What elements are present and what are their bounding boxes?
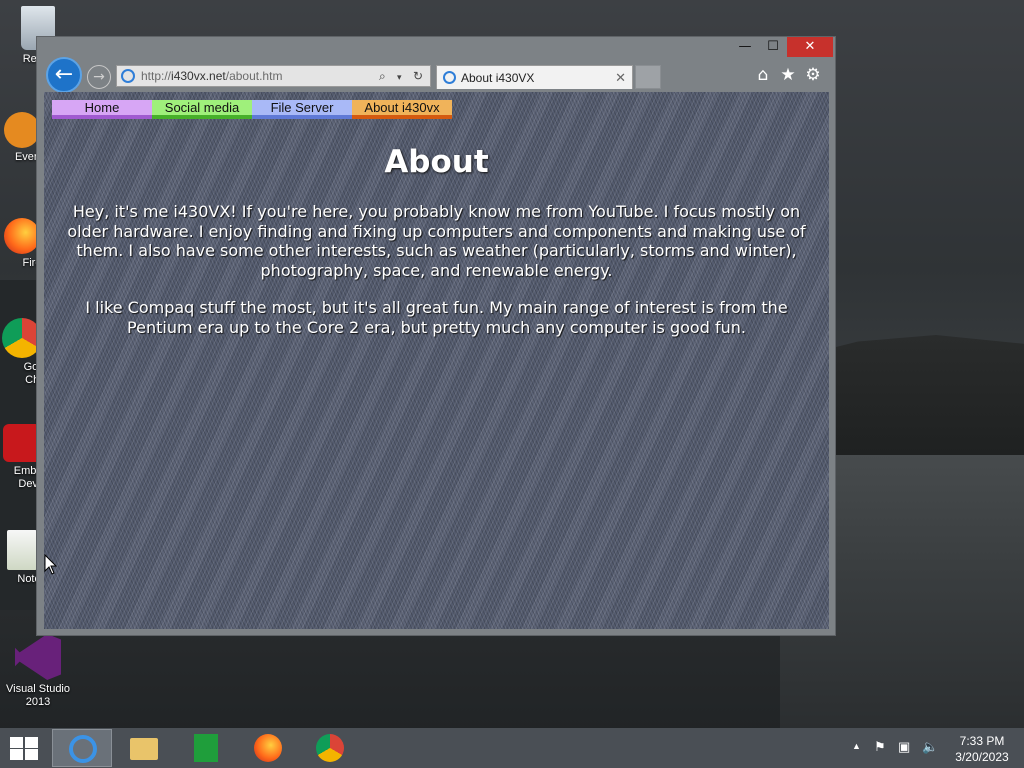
file-explorer-icon: [130, 738, 158, 760]
windows-logo-pane: [10, 749, 23, 760]
action-center-flag-icon[interactable]: ⚑: [874, 739, 886, 755]
mouse-cursor-icon: [44, 554, 58, 575]
back-button[interactable]: ←: [46, 57, 82, 93]
notepad-icon: [7, 530, 37, 570]
page-title: About: [384, 144, 489, 180]
windows-logo-pane: [25, 737, 38, 748]
network-icon[interactable]: ▣: [898, 739, 910, 755]
close-button[interactable]: ✕: [787, 37, 833, 57]
favorites-star-icon[interactable]: ★: [778, 65, 798, 85]
chrome-icon: [316, 734, 344, 762]
taskbar-store-button[interactable]: [176, 729, 236, 767]
dropdown-icon[interactable]: ▾: [397, 67, 402, 87]
start-button[interactable]: [8, 736, 40, 760]
desktop-icon-label: Visual Studio 2013: [5, 683, 70, 708]
clock-date: 3/20/2023: [955, 750, 1009, 764]
nav-about[interactable]: About i430vx: [352, 100, 452, 119]
tab-title: About i430VX: [461, 71, 535, 85]
desktop-icon-visual-studio[interactable]: Visual Studio 2013: [0, 634, 76, 709]
url-prefix: http://: [141, 69, 172, 83]
tab-close-icon[interactable]: ✕: [615, 66, 626, 90]
url-text: http://i430vx.net/about.htm: [141, 66, 282, 86]
clock-time: 7:33 PM: [959, 734, 1005, 748]
taskbar-chrome-button[interactable]: [300, 729, 360, 767]
url-host: i430vx.net: [171, 69, 226, 83]
settings-gear-icon[interactable]: ⚙: [803, 65, 823, 85]
nav-file-server[interactable]: File Server: [252, 100, 352, 119]
ie-icon: [69, 735, 97, 763]
page-viewport: Home Social media File Server About i430…: [44, 92, 829, 629]
nav-social-media[interactable]: Social media: [152, 100, 252, 119]
url-path: /about.htm: [225, 69, 283, 83]
title-bar: — ☐ ✕: [37, 37, 837, 59]
taskbar-file-explorer-button[interactable]: [114, 729, 174, 767]
store-icon: [194, 734, 218, 762]
taskbar: ▲ ⚑ ▣ 🔈 7:33 PM 3/20/2023: [0, 728, 1024, 768]
address-bar[interactable]: http://i430vx.net/about.htm ⌕ ▾ ↻: [116, 65, 431, 87]
search-icon[interactable]: ⌕: [379, 66, 386, 86]
minimize-button[interactable]: —: [731, 37, 759, 57]
maximize-button[interactable]: ☐: [759, 37, 787, 57]
refresh-icon[interactable]: ↻: [413, 66, 423, 86]
show-hidden-icons-icon[interactable]: ▲: [852, 741, 861, 751]
taskbar-firefox-button[interactable]: [238, 729, 298, 767]
about-paragraph-1: Hey, it's me i430VX! If you're here, you…: [67, 202, 806, 280]
visual-studio-icon: [15, 634, 61, 680]
system-clock[interactable]: 7:33 PM 3/20/2023: [950, 733, 1014, 765]
nav-home[interactable]: Home: [52, 100, 152, 119]
firefox-icon: [4, 218, 40, 254]
home-icon[interactable]: ⌂: [753, 65, 773, 85]
forward-arrow-icon: →: [93, 69, 105, 85]
taskbar-ie-button[interactable]: [52, 729, 112, 767]
firefox-icon: [254, 734, 282, 762]
back-arrow-icon: ←: [54, 62, 74, 87]
volume-muted-icon[interactable]: 🔈: [922, 739, 938, 755]
windows-logo-pane: [25, 749, 38, 760]
everything-icon: [4, 112, 40, 148]
windows-logo-icon: [10, 737, 23, 748]
site-icon: [121, 69, 135, 83]
tab-about[interactable]: About i430VX ✕: [436, 65, 633, 89]
browser-window: — ☐ ✕ ← → http://i430vx.net/about.htm ⌕ …: [36, 36, 836, 636]
new-tab-button[interactable]: [635, 65, 661, 89]
about-paragraph-2: I like Compaq stuff the most, but it's a…: [85, 298, 788, 337]
tab-site-icon: [443, 71, 456, 84]
forward-button[interactable]: →: [87, 65, 111, 89]
